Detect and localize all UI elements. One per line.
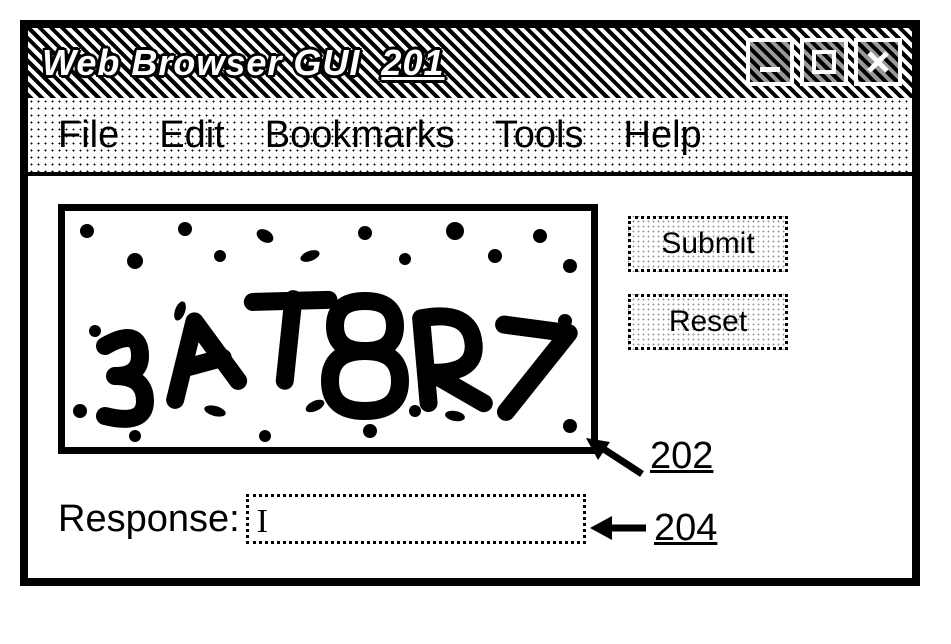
reset-button[interactable]: Reset (628, 294, 788, 350)
callout-captcha: 202 (584, 434, 713, 478)
response-label: Response: (58, 498, 240, 541)
window-title-ref: 201 (381, 42, 444, 83)
titlebar: Web Browser GUI 201 (28, 28, 912, 98)
browser-window: Web Browser GUI 201 File Edit Bookmarks … (20, 20, 920, 586)
arrow-icon (588, 506, 648, 550)
close-button[interactable] (854, 38, 902, 86)
callout-ref-204: 204 (654, 507, 717, 550)
maximize-button[interactable] (800, 38, 848, 86)
arrow-icon (584, 434, 644, 478)
side-buttons: Submit Reset (628, 216, 788, 350)
menu-help[interactable]: Help (624, 114, 702, 157)
content-area: Submit Reset 202 Response: I 204 (28, 176, 912, 578)
response-input[interactable]: I (246, 494, 586, 544)
captcha-svg (65, 211, 591, 447)
submit-button[interactable]: Submit (628, 216, 788, 272)
minimize-button[interactable] (746, 38, 794, 86)
callout-response: 204 (588, 506, 717, 550)
menu-bookmarks[interactable]: Bookmarks (265, 114, 455, 157)
menu-edit[interactable]: Edit (159, 114, 224, 157)
response-row: Response: I (58, 494, 882, 544)
top-row: Submit Reset (58, 204, 882, 454)
captcha-image (58, 204, 598, 454)
window-title: Web Browser GUI 201 (42, 42, 445, 84)
menu-tools[interactable]: Tools (495, 114, 584, 157)
menubar: File Edit Bookmarks Tools Help (28, 98, 912, 176)
text-cursor-icon: I (257, 503, 268, 541)
window-controls (746, 38, 902, 86)
menu-file[interactable]: File (58, 114, 119, 157)
window-title-text: Web Browser GUI (42, 42, 360, 83)
callout-ref-202: 202 (650, 435, 713, 478)
